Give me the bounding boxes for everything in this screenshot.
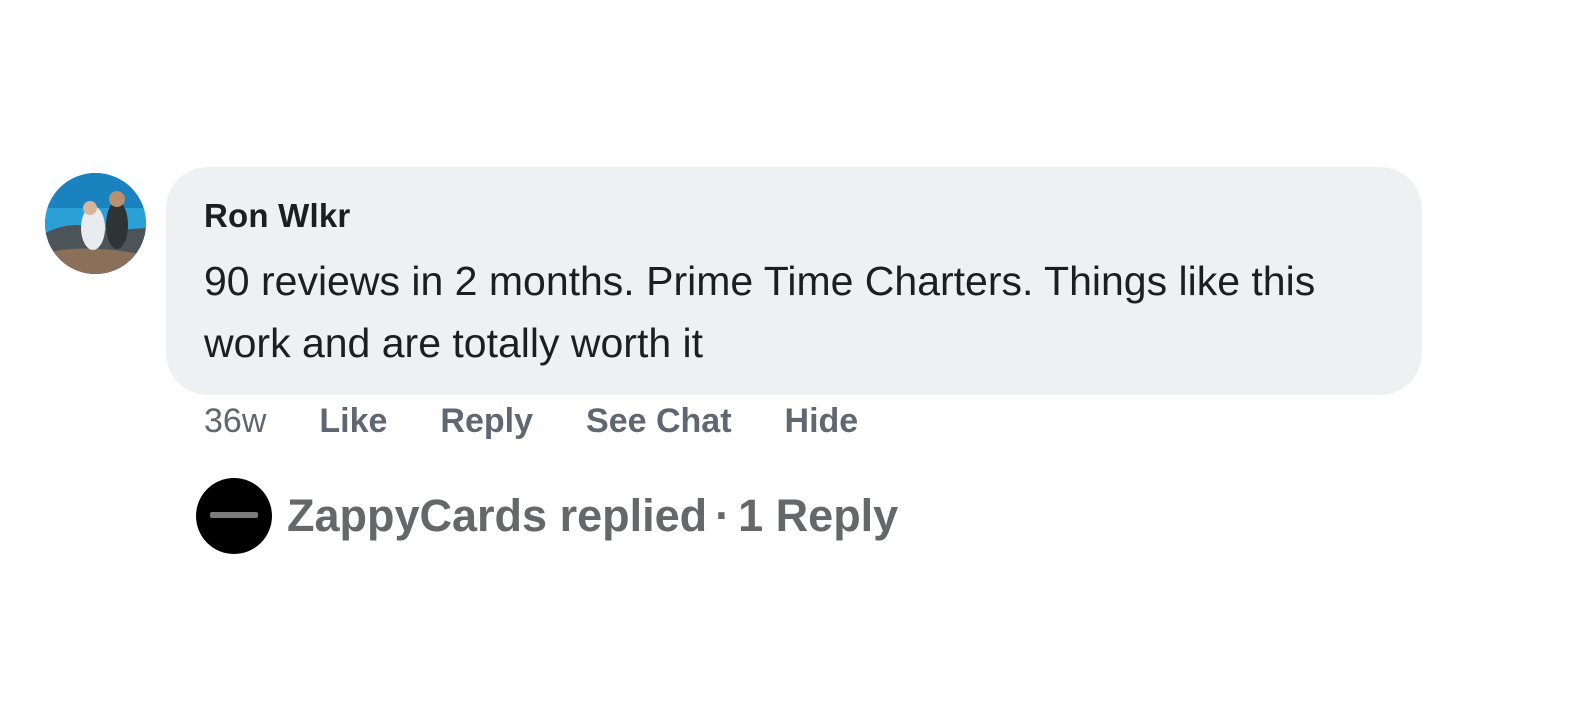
see-chat-button[interactable]: See Chat (586, 402, 732, 441)
comment-actions: 36w Like Reply See Chat Hide (204, 402, 858, 441)
author-avatar[interactable] (45, 173, 146, 274)
view-replies-link[interactable]: ZappyCards replied · 1 Reply (196, 478, 898, 554)
zappycards-logo-icon (210, 512, 258, 518)
avatar-photo-icon (45, 173, 146, 274)
comment-author-name[interactable]: Ron Wlkr (204, 197, 350, 235)
replied-label: replied (559, 490, 708, 541)
like-button[interactable]: Like (319, 402, 387, 441)
reply-count: 1 Reply (738, 490, 899, 541)
hide-button[interactable]: Hide (785, 402, 859, 441)
reply-separator: · (715, 490, 731, 541)
replier-avatar (196, 478, 272, 554)
comment-body: 90 reviews in 2 months. Prime Time Chart… (204, 258, 1316, 366)
reply-summary-text[interactable]: ZappyCards replied · 1 Reply (287, 490, 898, 542)
reply-button[interactable]: Reply (440, 402, 533, 441)
replier-name: ZappyCards (287, 490, 548, 541)
comment-thread: Ron Wlkr 90 reviews in 2 months. Prime T… (0, 0, 1584, 728)
comment-timestamp[interactable]: 36w (204, 402, 266, 441)
